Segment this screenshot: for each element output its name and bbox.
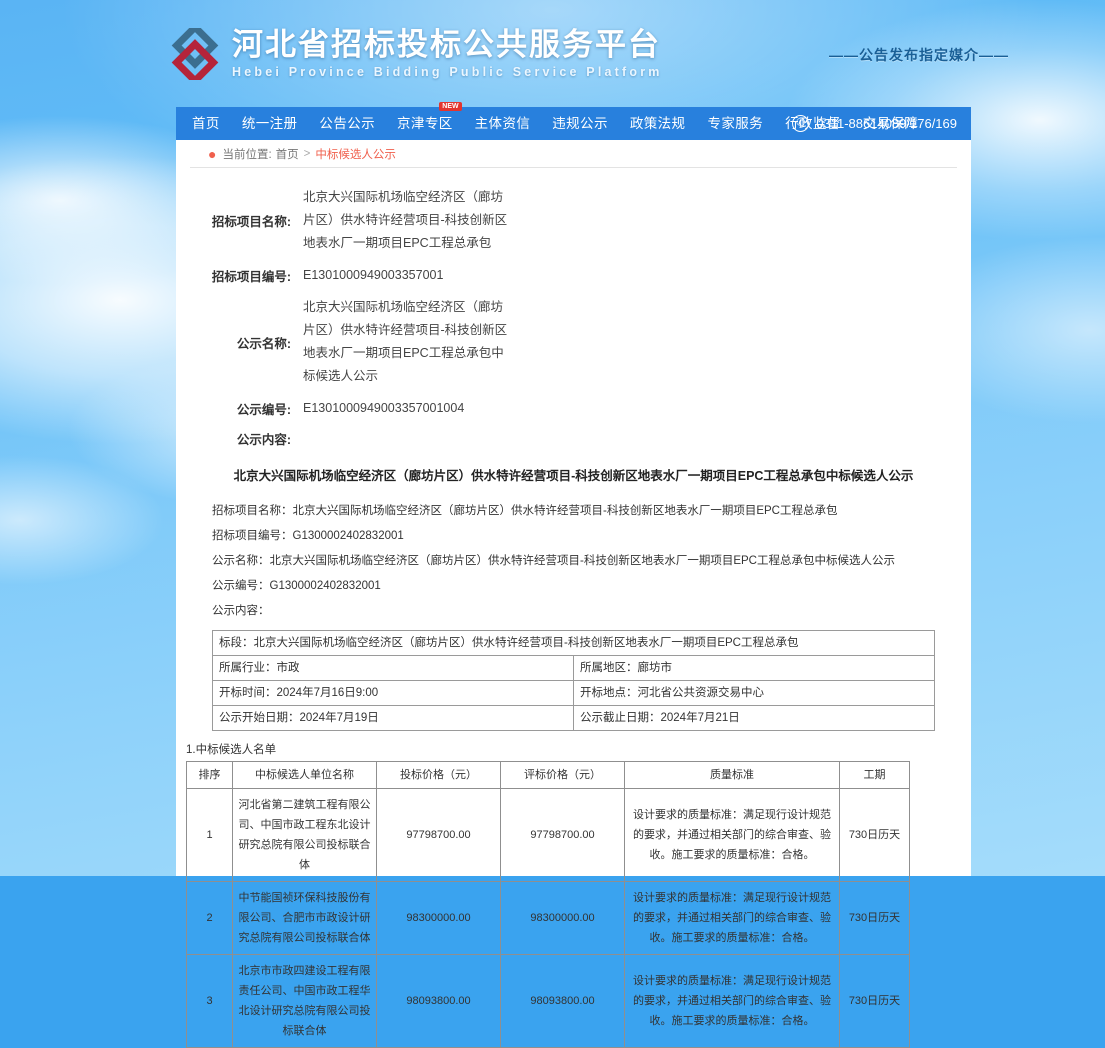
brand-title-cn: 河北省招标投标公共服务平台 [232,27,661,62]
meta-label: 招标项目名称: [211,215,291,229]
phone-number: 0311-88614089/176/169 [816,116,957,131]
cell-name: 河北省第二建筑工程有限公司、中国市政工程东北设计研究总院有限公司投标联合体 [232,788,377,882]
breadcrumb-separator: > [303,147,311,160]
announcement-line-notice-name: 公示名称：北京大兴国际机场临空经济区（廊坊片区）供水特许经营项目-科技创新区地表… [212,555,895,567]
cell-quality: 设计要求的质量标准：满足现行设计规范的要求，并通过相关部门的综合审查、验收。施工… [624,954,840,1048]
announcement-line-project-name: 招标项目名称：北京大兴国际机场临空经济区（廊坊片区）供水特许经营项目-科技创新区… [212,505,838,517]
announcement-line-project-number: 招标项目编号：G1300002402832001 [212,530,404,542]
main-navigation: 首页 统一注册 公告公示 京津专区 NEW 主体资信 违规公示 政策法规 专家服… [176,102,971,140]
nav-label: 首页 [192,116,220,131]
meta-value: E1301000949003357001004 [303,401,465,415]
info-start-date: 公示开始日期：2024年7月19日 [212,705,574,731]
table-row: 开标时间：2024年7月16日9:00 开标地点：河北省公共资源交易中心 [212,680,935,706]
cell-quality: 设计要求的质量标准：满足现行设计规范的要求，并通过相关部门的综合审查、验收。施工… [624,881,840,955]
support-phone: ✆ 0311-88614089/176/169 [792,107,957,140]
cell-duration: 730日历天 [839,881,910,955]
table-row: 2 中节能国祯环保科技股份有限公司、合肥市市政设计研究总院有限公司投标联合体 9… [186,881,910,955]
announcement-line-notice-content: 公示内容： [212,605,270,617]
cell-eval-price: 97798700.00 [500,788,625,882]
new-badge: NEW [439,102,462,111]
breadcrumb-prefix: 当前位置: [222,148,272,161]
nav-label: 京津专区 [397,116,453,131]
info-section-label: 标段：北京大兴国际机场临空经济区（廊坊片区）供水特许经营项目-科技创新区地表水厂… [212,630,935,656]
info-region: 所属地区：廊坊市 [573,655,935,681]
meta-label: 公示编号: [236,403,291,417]
meta-label: 公示内容: [236,433,291,447]
meta-row-project-number: 招标项目编号: E1301000949003357001 [176,264,971,287]
nav-label: 专家服务 [707,116,764,131]
meta-value: E1301000949003357001 [303,268,444,282]
meta-label: 公示名称: [236,336,291,351]
column-header-eval-price: 评标价格（元） [500,761,625,789]
nav-item-register[interactable]: 统一注册 [231,107,309,140]
table-row: 所属行业：市政 所属地区：廊坊市 [212,655,935,681]
breadcrumb-current[interactable]: 中标候选人公示 [315,146,396,162]
nav-item-violations[interactable]: 违规公示 [541,107,619,140]
announcement-body: 北京大兴国际机场临空经济区（廊坊片区）供水特许经营项目-科技创新区地表水厂一期项… [176,457,971,1048]
site-header: 河北省招标投标公共服务平台 Hebei Province Bidding Pub… [0,0,1105,106]
telephone-icon: ✆ [792,115,810,132]
info-open-time: 开标时间：2024年7月16日9:00 [212,680,574,706]
table-row: 标段：北京大兴国际机场临空经济区（廊坊片区）供水特许经营项目-科技创新区地表水厂… [212,630,935,656]
nav-item-expert-service[interactable]: 专家服务 [696,107,774,140]
candidates-table: 排序 中标候选人单位名称 投标价格（元） 评标价格（元） 质量标准 工期 1 河… [186,761,910,1048]
cell-eval-price: 98093800.00 [500,954,625,1048]
nav-item-entity-credit[interactable]: 主体资信 [464,107,542,140]
nav-label: 统一注册 [241,116,298,131]
project-meta-block: 招标项目名称: 北京大兴国际机场临空经济区（廊坊片区）供水特许经营项目-科技创新… [176,168,971,448]
cell-duration: 730日历天 [839,788,910,882]
breadcrumb: ● 当前位置: 首页 > 中标候选人公示 [190,140,957,168]
cell-rank: 2 [186,881,233,955]
column-header-name: 中标候选人单位名称 [232,761,377,789]
meta-value: 北京大兴国际机场临空经济区（廊坊片区）供水特许经营项目-科技创新区地表水厂一期项… [303,190,508,250]
header-slogan: ——公告发布指定媒介—— [829,47,1009,63]
column-header-quality: 质量标准 [624,761,840,789]
breadcrumb-home[interactable]: 首页 [276,146,299,162]
nav-item-jingjin-zone[interactable]: 京津专区 NEW [386,102,464,140]
project-info-table: 标段：北京大兴国际机场临空经济区（廊坊片区）供水特许经营项目-科技创新区地表水厂… [212,630,935,731]
nav-label: 政策法规 [629,116,686,131]
meta-row-notice-content: 公示内容: [176,429,971,448]
cell-duration: 730日历天 [839,954,910,1048]
nav-item-policy[interactable]: 政策法规 [619,107,697,140]
site-logo[interactable]: 河北省招标投标公共服务平台 Hebei Province Bidding Pub… [168,22,663,86]
meta-row-notice-name: 公示名称: 北京大兴国际机场临空经济区（廊坊片区）供水特许经营项目-科技创新区地… [176,296,971,388]
column-header-rank: 排序 [186,761,233,789]
column-header-duration: 工期 [839,761,910,789]
meta-row-project-name: 招标项目名称: 北京大兴国际机场临空经济区（廊坊片区）供水特许经营项目-科技创新… [176,186,971,255]
cell-quality: 设计要求的质量标准：满足现行设计规范的要求，并通过相关部门的综合审查、验收。施工… [624,788,840,882]
announcement-title: 北京大兴国际机场临空经济区（廊坊片区）供水特许经营项目-科技创新区地表水厂一期项… [233,469,914,483]
table-row: 公示开始日期：2024年7月19日 公示截止日期：2024年7月21日 [212,705,935,731]
candidates-list-title: 1.中标候选人名单 [186,744,277,756]
nav-label: 主体资信 [474,116,531,131]
info-open-place: 开标地点：河北省公共资源交易中心 [573,680,935,706]
table-row: 3 北京市市政四建设工程有限责任公司、中国市政工程华北设计研究总院有限公司投标联… [186,954,910,1048]
nav-label: 公告公示 [319,116,376,131]
cell-name: 北京市市政四建设工程有限责任公司、中国市政工程华北设计研究总院有限公司投标联合体 [232,954,377,1048]
interlocking-diamonds-logo-icon [168,22,222,86]
column-header-bid-price: 投标价格（元） [376,761,501,789]
meta-row-notice-number: 公示编号: E1301000949003357001004 [176,397,971,420]
cell-rank: 1 [186,788,233,882]
nav-label: 违规公示 [552,116,608,131]
announcement-line-notice-number: 公示编号：G1300002402832001 [212,580,381,592]
meta-value [303,429,971,448]
cell-bid-price: 97798700.00 [376,788,501,882]
cell-bid-price: 98093800.00 [376,954,501,1048]
cell-bid-price: 98300000.00 [376,881,501,955]
cell-name: 中节能国祯环保科技股份有限公司、合肥市市政设计研究总院有限公司投标联合体 [232,881,377,955]
info-end-date: 公示截止日期：2024年7月21日 [573,705,935,731]
brand-title-en: Hebei Province Bidding Public Service Pl… [232,65,663,79]
nav-item-announcements[interactable]: 公告公示 [308,107,386,140]
content-panel: ● 当前位置: 首页 > 中标候选人公示 招标项目名称: 北京大兴国际机场临空经… [176,140,971,1048]
meta-value: 北京大兴国际机场临空经济区（廊坊片区）供水特许经营项目-科技创新区地表水厂一期项… [303,300,508,383]
location-pin-icon: ● [208,145,217,162]
meta-label: 招标项目编号: [211,270,291,284]
cell-eval-price: 98300000.00 [500,881,625,955]
table-row: 1 河北省第二建筑工程有限公司、中国市政工程东北设计研究总院有限公司投标联合体 … [186,788,910,882]
nav-item-home[interactable]: 首页 [181,107,231,140]
cell-rank: 3 [186,954,233,1048]
info-industry: 所属行业：市政 [212,655,574,681]
table-header-row: 排序 中标候选人单位名称 投标价格（元） 评标价格（元） 质量标准 工期 [186,761,910,789]
